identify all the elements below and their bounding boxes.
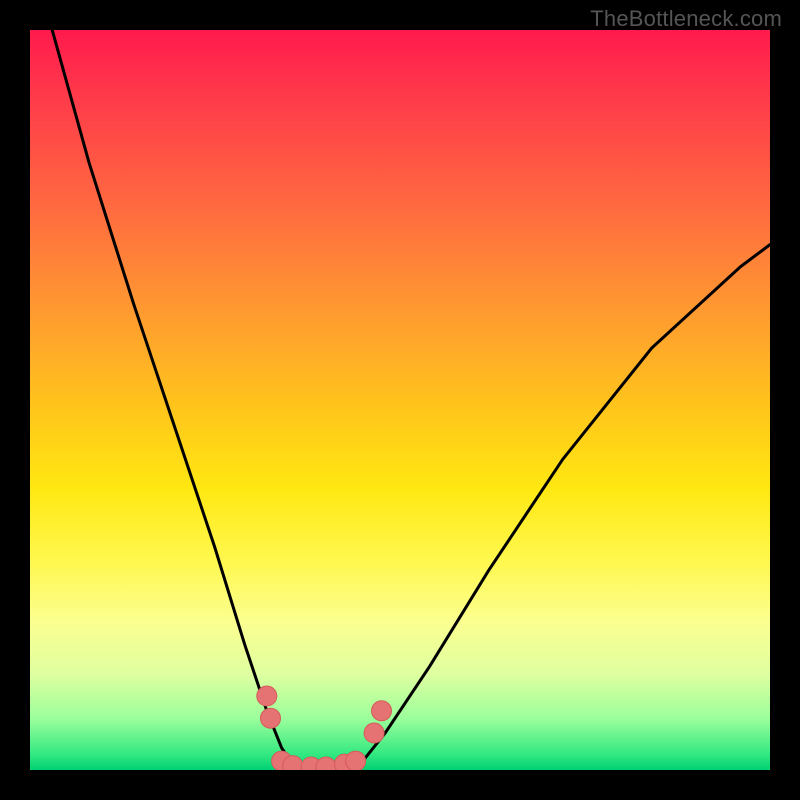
bottleneck-curve-svg bbox=[30, 30, 770, 770]
dot-right-lower bbox=[364, 723, 384, 743]
watermark-text: TheBottleneck.com bbox=[590, 6, 782, 32]
curve-left-branch bbox=[52, 30, 296, 770]
plot-area bbox=[30, 30, 770, 770]
chart-frame: TheBottleneck.com bbox=[0, 0, 800, 800]
marker-group bbox=[257, 686, 392, 770]
dot-right-upper bbox=[372, 701, 392, 721]
dot-valley-r2 bbox=[346, 751, 366, 770]
dot-valley-c2 bbox=[316, 757, 336, 770]
curve-right-branch bbox=[356, 245, 770, 770]
dot-left-lower bbox=[261, 708, 281, 728]
curve-group bbox=[52, 30, 770, 770]
dot-left-upper bbox=[257, 686, 277, 706]
